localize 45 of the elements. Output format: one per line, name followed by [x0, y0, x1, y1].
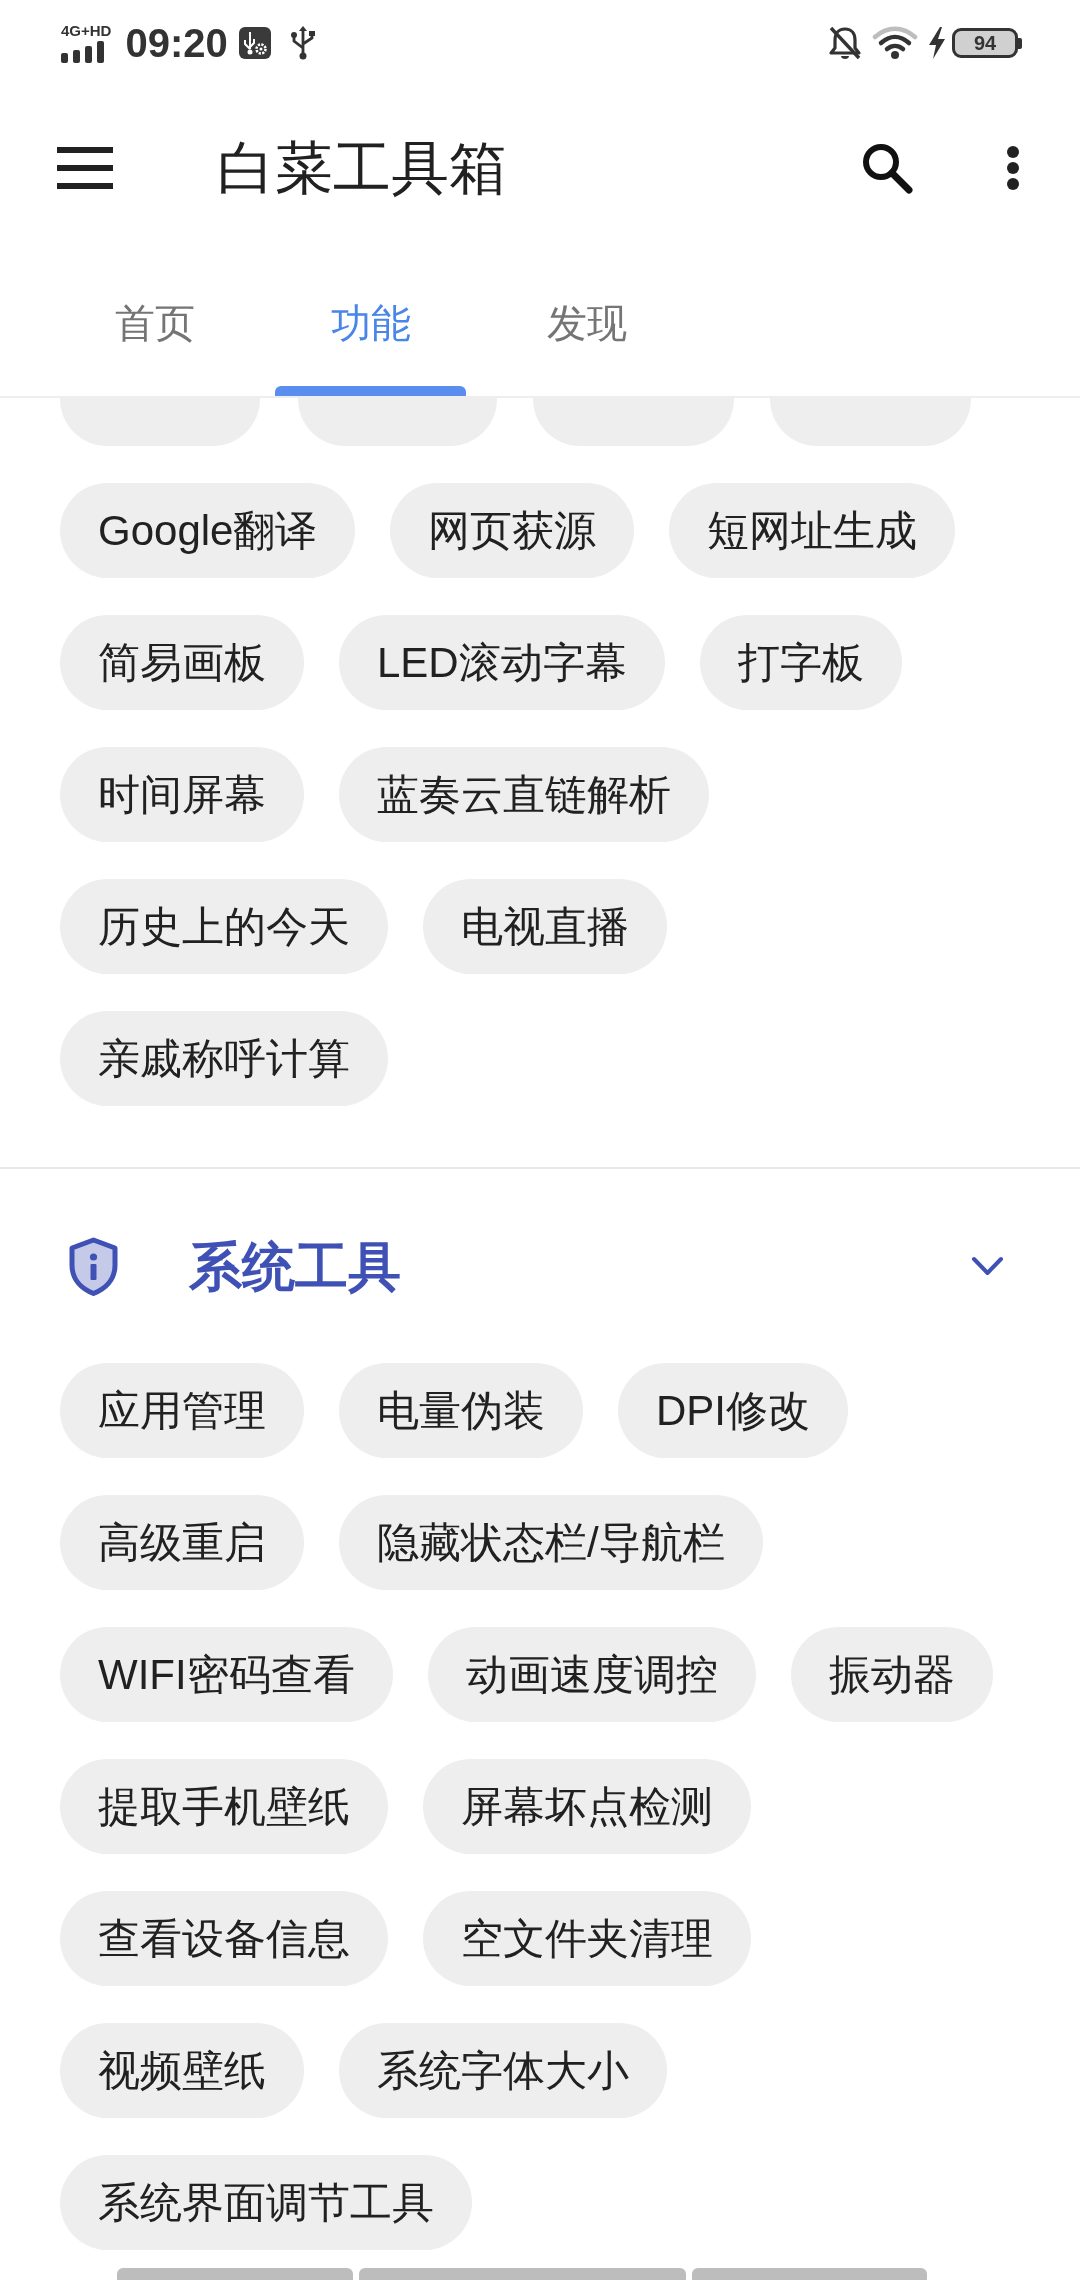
status-time: 09:20	[125, 23, 228, 63]
tool-chip[interactable]: 应用管理	[60, 1363, 304, 1458]
shield-info-icon	[68, 1236, 119, 1296]
usb-icon	[288, 26, 317, 60]
battery-indicator: 94	[952, 28, 1022, 58]
tool-chip[interactable]: 屏幕坏点检测	[423, 1759, 751, 1854]
tool-chip[interactable]: 查看设备信息	[60, 1891, 388, 1986]
tool-chip[interactable]: 短网址生成	[669, 483, 956, 578]
tool-chip[interactable]: WIFI密码查看	[60, 1627, 393, 1722]
tab[interactable]: 功能	[263, 250, 479, 396]
tool-chip[interactable]: 空文件夹清理	[423, 1891, 751, 1986]
tab[interactable]: 发现	[479, 250, 695, 396]
tool-chip[interactable]: 蓝奏云直链解析	[339, 747, 709, 842]
section-title: 系统工具	[189, 1239, 401, 1293]
bell-off-icon	[828, 25, 862, 61]
app-title: 白菜工具箱	[217, 139, 507, 197]
tool-chip[interactable]: 高级重启	[60, 1495, 304, 1590]
tool-chip[interactable]: 动画速度调控	[427, 1627, 756, 1722]
tool-chip[interactable]: 系统字体大小	[339, 2023, 667, 2118]
tab[interactable]: 首页	[47, 250, 263, 396]
tool-chip[interactable]: DPI修改	[618, 1363, 848, 1458]
tool-chip[interactable]: Google翻译	[60, 483, 356, 578]
tool-chip[interactable]: 打字板	[699, 615, 902, 710]
tool-chip[interactable]: 电量伪装	[339, 1363, 583, 1458]
usb-gear-icon	[238, 27, 271, 59]
network-type-label: 4G+HD	[61, 23, 112, 38]
tool-chip[interactable]: 视频壁纸	[60, 2023, 304, 2118]
tool-chip[interactable]: LED滚动字幕	[339, 615, 665, 710]
tool-chip[interactable]: 历史上的今天	[60, 879, 388, 974]
menu-icon[interactable]	[57, 147, 113, 189]
tool-chip[interactable]: 系统界面调节工具	[60, 2155, 472, 2250]
search-icon[interactable]	[861, 142, 913, 194]
tool-chip[interactable]: 时间屏幕	[60, 747, 304, 842]
tool-chip[interactable]: 网页获源	[390, 483, 635, 578]
signal-icon	[61, 41, 105, 63]
more-options-icon[interactable]	[1005, 145, 1021, 191]
wifi-icon	[872, 26, 918, 60]
charging-bolt-icon	[927, 27, 947, 59]
tool-chip[interactable]: 亲戚称呼计算	[60, 1011, 388, 1106]
chevron-down-icon[interactable]	[971, 1255, 1004, 1277]
tool-chip[interactable]: 简易画板	[60, 615, 304, 710]
tool-chip[interactable]: 电视直播	[423, 879, 667, 974]
tool-chip[interactable]: 隐藏状态栏/导航栏	[339, 1495, 763, 1590]
tool-chip[interactable]: 振动器	[790, 1627, 993, 1722]
tool-chip[interactable]: 提取手机壁纸	[60, 1759, 388, 1854]
